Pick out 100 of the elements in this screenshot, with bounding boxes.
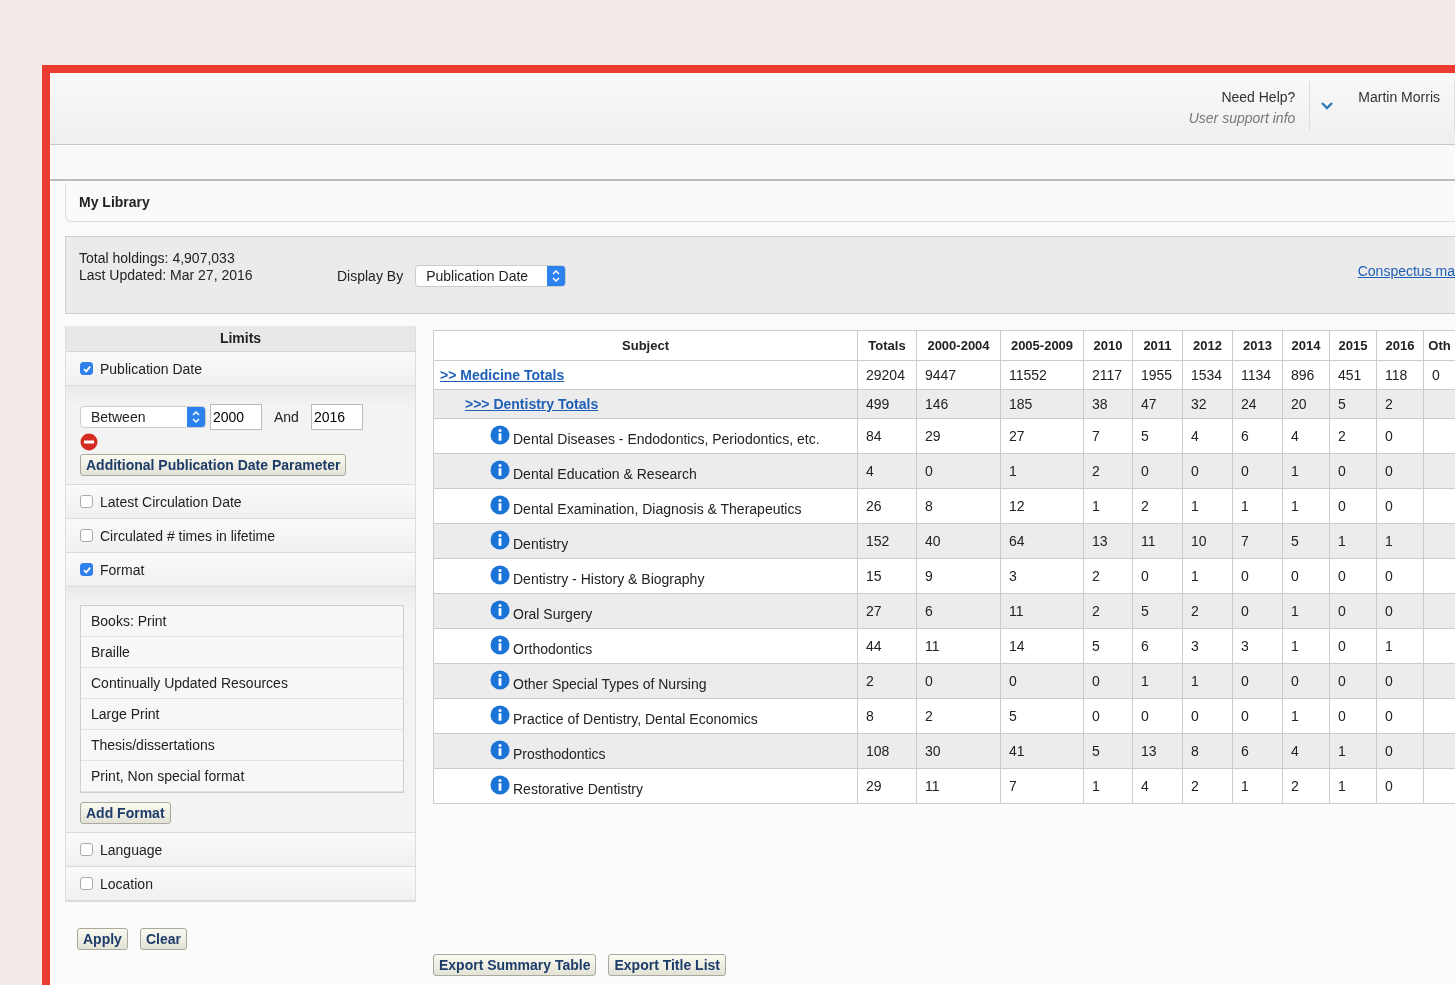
checkbox[interactable] xyxy=(80,877,93,890)
count-cell: 7 xyxy=(1083,418,1133,454)
format-item[interactable]: Print, Non special format xyxy=(81,761,403,792)
count-cell: 44 xyxy=(857,628,917,664)
add-format-button[interactable]: Add Format xyxy=(80,802,171,824)
count-cell: 2 xyxy=(1083,593,1133,629)
info-icon[interactable] xyxy=(490,530,510,550)
limits-heading: Limits xyxy=(66,326,415,352)
count-cell: 0 xyxy=(1182,453,1233,489)
action-button[interactable]: Apply xyxy=(77,928,128,950)
limit-label: Language xyxy=(100,841,163,858)
count-cell: 0 xyxy=(1329,453,1377,489)
totals-link[interactable]: >> Medicine Totals xyxy=(440,367,565,383)
count-cell: 5 xyxy=(1282,523,1330,559)
stepper-icon[interactable] xyxy=(187,407,205,427)
count-cell: 6 xyxy=(916,593,1001,629)
count-cell: 0 xyxy=(1232,453,1283,489)
column-header: 2014 xyxy=(1282,330,1330,361)
count-cell: 15 xyxy=(857,558,917,594)
count-cell: 2 xyxy=(1083,558,1133,594)
display-by-select[interactable]: Publication Date xyxy=(415,265,567,287)
count-cell: 3 xyxy=(1182,628,1233,664)
last-updated: Last Updated: Mar 27, 2016 xyxy=(79,267,254,284)
column-header: Subject xyxy=(433,330,858,361)
count-cell: 0 xyxy=(1232,593,1283,629)
count-cell: 1 xyxy=(1232,488,1283,524)
column-header: 2015 xyxy=(1329,330,1377,361)
count-cell: 2 xyxy=(1329,418,1377,454)
count-cell: 4 xyxy=(1132,768,1183,804)
checkbox[interactable] xyxy=(80,563,93,576)
subject-name: Other Special Types of Nursing xyxy=(513,676,707,692)
count-cell: 108 xyxy=(857,733,917,769)
info-icon[interactable] xyxy=(490,670,510,690)
column-header: Oth xyxy=(1423,330,1455,361)
checkbox[interactable] xyxy=(80,529,93,542)
help-link[interactable]: Need Help? xyxy=(1221,89,1296,105)
count-cell: 6 xyxy=(1232,418,1283,454)
stepper-icon[interactable] xyxy=(547,266,566,286)
to-year-field[interactable]: 2016 xyxy=(310,404,363,430)
format-item[interactable]: Thesis/dissertations xyxy=(81,730,403,761)
chevron-down-icon[interactable] xyxy=(1320,101,1335,110)
limit-label: Circulated # times in lifetime xyxy=(100,527,276,544)
count-cell: 0 xyxy=(1376,663,1424,699)
user-name[interactable]: Martin Morris xyxy=(1358,89,1440,105)
count-cell: 1 xyxy=(1329,523,1377,559)
count-cell: 0 xyxy=(1376,698,1424,734)
action-button[interactable]: Clear xyxy=(139,928,187,950)
info-icon[interactable] xyxy=(490,740,510,760)
count-cell: 5 xyxy=(1083,733,1133,769)
info-icon[interactable] xyxy=(490,495,510,515)
subject-name: Restorative Dentistry xyxy=(513,781,643,797)
count-cell: 0 xyxy=(1083,698,1133,734)
export-button[interactable]: Export Title List xyxy=(608,954,726,976)
format-item[interactable]: Large Print xyxy=(81,699,403,730)
count-cell: 4 xyxy=(1182,418,1233,454)
count-cell: 0 xyxy=(916,453,1001,489)
column-header: Totals xyxy=(857,330,917,361)
format-item[interactable]: Continually Updated Resources xyxy=(81,668,403,699)
count-cell: 27 xyxy=(857,593,917,629)
checkbox[interactable] xyxy=(80,362,93,375)
format-item[interactable]: Braille xyxy=(81,637,403,668)
count-cell: 1 xyxy=(1232,768,1283,804)
count-cell: 7 xyxy=(1000,768,1084,804)
count-cell: 11 xyxy=(1132,523,1183,559)
column-header: 2010 xyxy=(1083,330,1133,361)
limit-label: Format xyxy=(100,561,145,578)
count-cell: 5 xyxy=(1083,628,1133,664)
total-holdings: Total holdings: 4,907,033 xyxy=(79,250,236,267)
format-item[interactable]: Books: Print xyxy=(81,606,403,637)
info-icon[interactable] xyxy=(490,635,510,655)
add-date-parameter-button[interactable]: Additional Publication Date Parameter xyxy=(80,454,347,476)
count-cell: 2 xyxy=(1132,488,1183,524)
operator-select[interactable]: Between xyxy=(80,406,206,428)
count-cell: 5 xyxy=(1132,593,1183,629)
count-cell: 1 xyxy=(1182,663,1233,699)
info-icon[interactable] xyxy=(490,775,510,795)
remove-icon[interactable] xyxy=(80,433,98,451)
count-cell: 11 xyxy=(916,768,1001,804)
count-cell: 1 xyxy=(1329,768,1377,804)
count-cell: 84 xyxy=(857,418,917,454)
count-cell: 2 xyxy=(1282,768,1330,804)
count-cell: 7 xyxy=(1232,523,1283,559)
count-cell: 0 xyxy=(1132,453,1183,489)
count-cell: 29 xyxy=(916,418,1001,454)
conspectus-link[interactable]: Conspectus ma xyxy=(1357,263,1455,279)
info-icon[interactable] xyxy=(490,565,510,585)
count-cell: 30 xyxy=(916,733,1001,769)
export-button[interactable]: Export Summary Table xyxy=(433,954,597,976)
info-icon[interactable] xyxy=(490,705,510,725)
from-year-field[interactable]: 2000 xyxy=(210,404,262,430)
totals-link[interactable]: >>> Dentistry Totals xyxy=(465,396,599,412)
count-cell: 0 xyxy=(1376,768,1424,804)
checkbox[interactable] xyxy=(80,495,93,508)
info-icon[interactable] xyxy=(490,600,510,620)
checkbox[interactable] xyxy=(80,843,93,856)
count-cell: 0 xyxy=(1376,558,1424,594)
subject-name: Orthodontics xyxy=(513,641,593,657)
info-icon[interactable] xyxy=(490,460,510,480)
info-icon[interactable] xyxy=(490,425,510,445)
count-cell: 0 xyxy=(1329,698,1377,734)
